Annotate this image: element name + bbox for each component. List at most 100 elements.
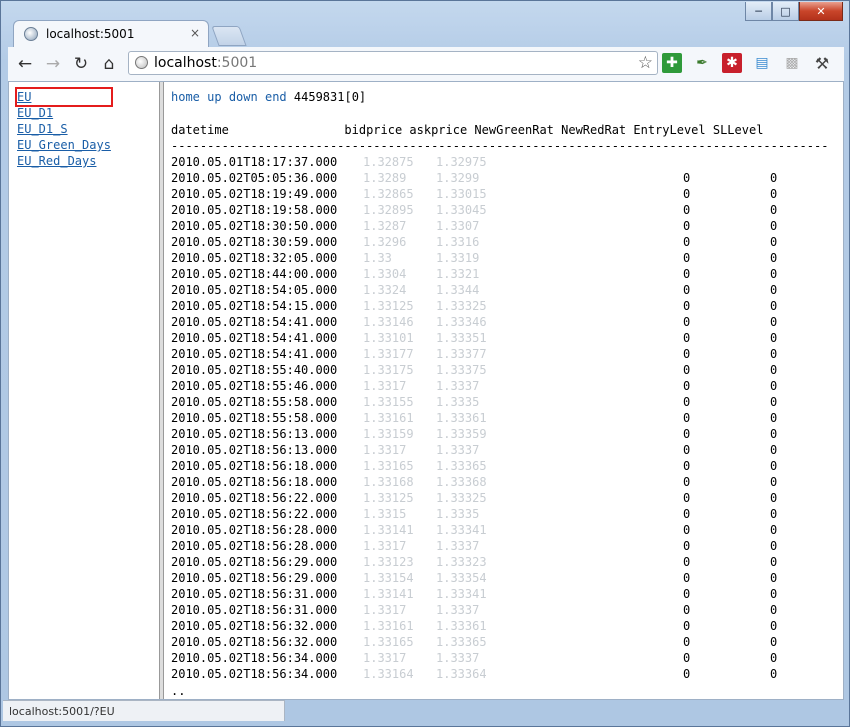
sl-level-cell: 0	[770, 171, 778, 185]
pen-extension-icon[interactable]: ✒	[692, 53, 712, 73]
asterisk-extension-icon[interactable]: ✱	[722, 53, 742, 73]
entry-level-cell: 0	[683, 603, 691, 617]
maximize-icon[interactable]: □	[772, 2, 799, 21]
entry-level-cell: 0	[683, 635, 691, 649]
back-arrow-icon[interactable]: ←	[14, 53, 36, 75]
bidprice-cell: 1.3287	[363, 219, 407, 233]
datetime-cell: 2010.05.02T18:56:29.000	[171, 555, 338, 569]
tab-close-icon[interactable]: ×	[190, 26, 200, 40]
entry-level-cell: 0	[683, 251, 691, 265]
datetime-cell: 2010.05.02T18:54:05.000	[171, 283, 338, 297]
entry-level-cell: 0	[683, 667, 691, 681]
sl-level-cell: 0	[770, 315, 778, 329]
sl-level-cell: 0	[770, 267, 778, 281]
header-rule: ----------------------------------------…	[171, 139, 829, 153]
bidprice-cell: 1.33101	[363, 331, 414, 345]
close-icon[interactable]: ✕	[799, 2, 843, 21]
askprice-cell: 1.33354	[436, 571, 487, 585]
sl-level-cell: 0	[770, 443, 778, 457]
askprice-cell: 1.33325	[436, 491, 487, 505]
entry-level-cell: 0	[683, 619, 691, 633]
status-bubble: localhost:5001/?EU	[3, 700, 285, 721]
datetime-cell: 2010.05.02T18:56:31.000	[171, 587, 338, 601]
sl-level-cell: 0	[770, 651, 778, 665]
entry-level-cell: 0	[683, 235, 691, 249]
sl-level-cell: 0	[770, 667, 778, 681]
askprice-cell: 1.3335	[436, 507, 480, 521]
askprice-cell: 1.3337	[436, 443, 480, 457]
minimize-icon[interactable]: ─	[745, 2, 772, 21]
sl-level-cell: 0	[770, 363, 778, 377]
entry-level-cell: 0	[683, 315, 691, 329]
datetime-cell: 2010.05.02T18:30:59.000	[171, 235, 338, 249]
globe-icon	[24, 27, 38, 41]
bidprice-cell: 1.3317	[363, 443, 407, 457]
bidprice-cell: 1.3317	[363, 603, 407, 617]
datetime-cell: 2010.05.02T18:56:22.000	[171, 491, 338, 505]
entry-level-cell: 0	[683, 283, 691, 297]
askprice-cell: 1.33351	[436, 331, 487, 345]
calendar-extension-icon[interactable]: ▤	[752, 53, 772, 73]
sidebar-item-eu-red-days[interactable]: EU_Red_Days	[17, 153, 111, 169]
down-link[interactable]: down	[229, 90, 258, 104]
spreadsheet-extension-icon[interactable]: ✚	[662, 53, 682, 73]
askprice-cell: 1.33045	[436, 203, 487, 217]
bidprice-cell: 1.32865	[363, 187, 414, 201]
datetime-cell: 2010.05.02T18:55:58.000	[171, 411, 338, 425]
bars-extension-icon[interactable]: ▩	[782, 53, 802, 73]
pager-links: home up down end 4459831[0]	[171, 89, 366, 105]
askprice-cell: 1.3321	[436, 267, 480, 281]
new-tab-button[interactable]	[211, 26, 247, 46]
datetime-cell: 2010.05.02T18:56:18.000	[171, 475, 338, 489]
forward-arrow-icon[interactable]: →	[42, 53, 64, 75]
askprice-cell: 1.33368	[436, 475, 487, 489]
entry-level-cell: 0	[683, 203, 691, 217]
entry-level-cell: 0	[683, 651, 691, 665]
home-link[interactable]: home	[171, 90, 200, 104]
bidprice-cell: 1.3296	[363, 235, 407, 249]
tab-title: localhost:5001	[46, 27, 135, 41]
toolbar: ← → ↻ ⌂ localhost:5001 ☆ ✚ ✒ ✱ ▤ ▩ ⚒	[8, 47, 844, 82]
datetime-cell: 2010.05.02T05:05:36.000	[171, 171, 338, 185]
datetime-cell: 2010.05.02T18:19:49.000	[171, 187, 338, 201]
wrench-icon[interactable]: ⚒	[812, 53, 832, 73]
tab-localhost[interactable]: localhost:5001 ×	[13, 20, 209, 47]
sidebar-item-eu[interactable]: EU	[15, 87, 113, 107]
table-header: datetime bidprice askprice NewGreenRat N…	[171, 123, 764, 137]
frame-divider[interactable]	[159, 82, 164, 699]
entry-level-cell: 0	[683, 331, 691, 345]
datetime-cell: 2010.05.02T18:56:29.000	[171, 571, 338, 585]
askprice-cell: 1.33341	[436, 523, 487, 537]
askprice-cell: 1.3337	[436, 603, 480, 617]
datetime-cell: 2010.05.02T18:56:13.000	[171, 443, 338, 457]
reload-icon[interactable]: ↻	[70, 53, 92, 75]
sidebar-item-eu-d1-s[interactable]: EU_D1_S	[17, 121, 111, 137]
record-position: 4459831[0]	[293, 90, 367, 104]
up-link[interactable]: up	[207, 90, 221, 104]
sl-level-cell: 0	[770, 459, 778, 473]
askprice-cell: 1.33341	[436, 587, 487, 601]
bookmark-star-icon[interactable]: ☆	[638, 53, 653, 73]
askprice-cell: 1.33377	[436, 347, 487, 361]
datetime-cell: 2010.05.02T18:56:34.000	[171, 667, 338, 681]
entry-level-cell: 0	[683, 539, 691, 553]
askprice-cell: 1.33323	[436, 555, 487, 569]
datetime-cell: 2010.05.02T18:56:18.000	[171, 459, 338, 473]
bidprice-cell: 1.33168	[363, 475, 414, 489]
askprice-cell: 1.3337	[436, 539, 480, 553]
address-bar[interactable]: localhost:5001 ☆	[128, 51, 658, 75]
end-link[interactable]: end	[265, 90, 287, 104]
sl-level-cell: 0	[770, 347, 778, 361]
entry-level-cell: 0	[683, 171, 691, 185]
sidebar-item-eu-green-days[interactable]: EU_Green_Days	[17, 137, 111, 153]
bidprice-cell: 1.33161	[363, 411, 414, 425]
entry-level-cell: 0	[683, 459, 691, 473]
sidebar-item-eu-d1[interactable]: EU_D1	[17, 105, 111, 121]
askprice-cell: 1.3299	[436, 171, 480, 185]
symbol-list: EU EU_D1 EU_D1_S EU_Green_Days EU_Red_Da…	[15, 87, 113, 169]
sl-level-cell: 0	[770, 251, 778, 265]
datetime-cell: 2010.05.02T18:44:00.000	[171, 267, 338, 281]
datetime-cell: 2010.05.02T18:56:28.000	[171, 523, 338, 537]
home-icon[interactable]: ⌂	[98, 53, 120, 75]
entry-level-cell: 0	[683, 395, 691, 409]
